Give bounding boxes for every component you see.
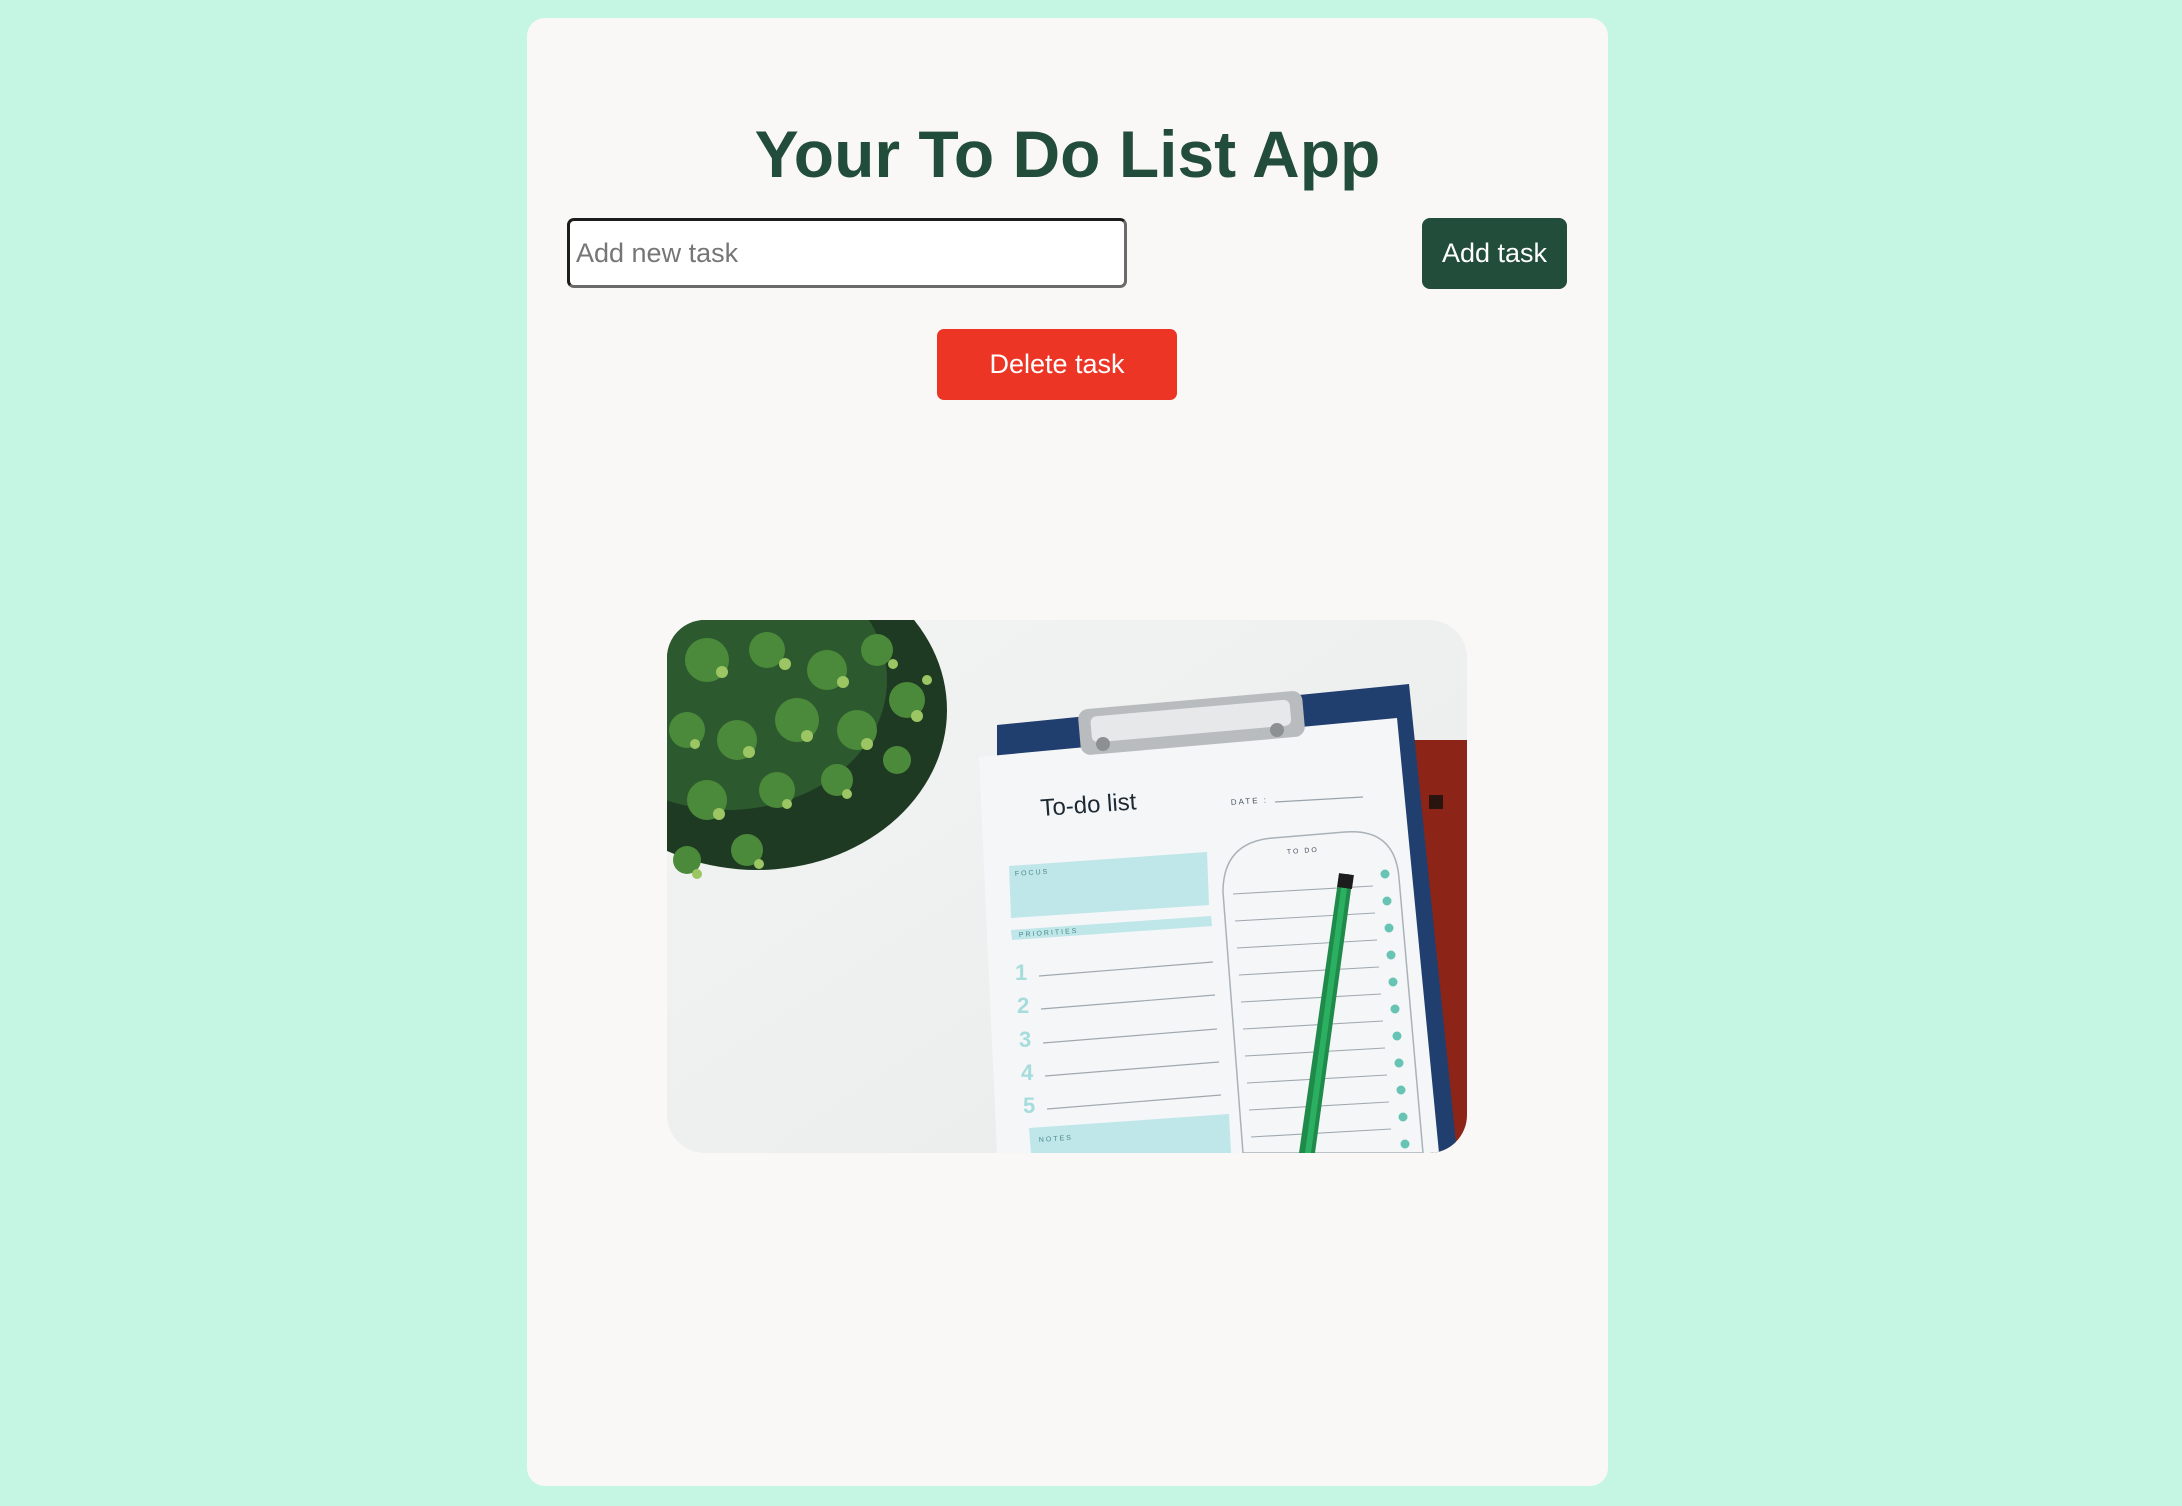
new-task-input[interactable] — [567, 218, 1127, 288]
priority-number-2: 2 — [1017, 993, 1029, 1018]
app-card: Your To Do List App Add task Delete task — [527, 18, 1608, 1486]
delete-task-button[interactable]: Delete task — [937, 329, 1177, 400]
priority-number-5: 5 — [1023, 1093, 1035, 1118]
priority-number-4: 4 — [1021, 1060, 1034, 1085]
priority-number-1: 1 — [1015, 960, 1027, 985]
add-task-button[interactable]: Add task — [1422, 218, 1567, 289]
page-title: Your To Do List App — [754, 117, 1381, 191]
todo-clipboard-photo: To-do list DATE : FOCUS PRIORITIES 1 2 3… — [667, 620, 1467, 1153]
priority-number-3: 3 — [1019, 1027, 1031, 1052]
